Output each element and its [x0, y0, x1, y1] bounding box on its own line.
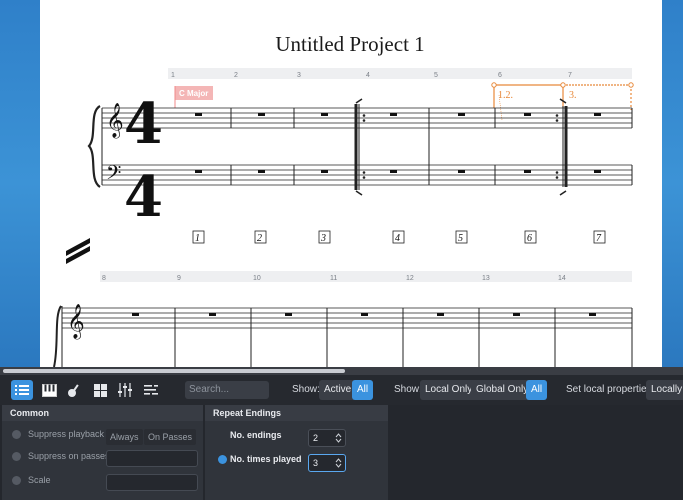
list-view-button[interactable] [11, 380, 33, 400]
bar-number: 4 [366, 72, 370, 79]
bar-number: 1 [171, 72, 175, 79]
suppress-playback-label: Suppress playback [28, 429, 105, 439]
suppress-playback-toggle[interactable] [12, 430, 21, 439]
bass-staff[interactable] [102, 164, 632, 186]
treble-staff-system-2[interactable] [62, 307, 632, 329]
local-only-button[interactable]: Local Only [420, 380, 478, 400]
grand-staff-brace [87, 105, 101, 188]
no-endings-value: 2 [313, 433, 319, 443]
show-label: Show: [394, 384, 422, 395]
always-option[interactable]: Always [106, 429, 143, 445]
bar-number: 6 [498, 72, 502, 79]
svg-text:4: 4 [124, 91, 163, 157]
scale-field[interactable] [106, 474, 198, 491]
boxed-bar-number: 4 [395, 233, 400, 244]
whole-rests[interactable] [195, 113, 601, 173]
no-times-played-label: No. times played [230, 454, 302, 464]
show-all-button[interactable]: All [352, 380, 374, 400]
bass-clef-icon: 𝄢 [106, 161, 121, 189]
show-active-button[interactable]: Active [319, 380, 357, 400]
score-view[interactable]: Untitled Project 1 1 2 3 4 5 6 7 C Major [0, 0, 683, 367]
treble-staff[interactable] [102, 107, 632, 129]
properties-toolbar: Search... Show: Active All Show: Local O… [0, 375, 683, 405]
barlines [230, 104, 633, 190]
align-button[interactable] [140, 380, 162, 400]
bar-number: 5 [434, 72, 438, 79]
score-title: Untitled Project 1 [275, 32, 424, 56]
no-times-played-toggle[interactable] [218, 455, 227, 464]
suppress-on-passes-field[interactable] [106, 450, 198, 467]
treble-clef-icon: 𝄞 [106, 103, 124, 139]
repeat-endings-group: Repeat Endings No. endings 2 No. times p… [205, 405, 388, 500]
keyboard-icon [41, 383, 57, 397]
ending-handle[interactable] [491, 82, 497, 88]
svg-text:4: 4 [124, 164, 163, 230]
guitar-button[interactable] [63, 380, 85, 400]
keyboard-button[interactable] [38, 380, 60, 400]
ending-label-2: 3. [569, 90, 577, 101]
bar-number: 8 [102, 275, 106, 282]
boxed-bar-number: 1 [195, 233, 200, 244]
align-icon [144, 385, 158, 395]
common-group-title: Common [2, 405, 203, 421]
set-local-properties-select[interactable]: Locally [646, 380, 683, 400]
bar-number: 7 [568, 72, 572, 79]
bar-number: 11 [330, 275, 337, 282]
time-signature[interactable]: 4 4 [124, 91, 163, 230]
bar-number: 12 [406, 275, 414, 282]
common-group: Common Suppress playback Always On Passe… [2, 405, 203, 500]
bar-number: 9 [177, 275, 181, 282]
search-input[interactable]: Search... [185, 381, 269, 399]
repeat-endings-group-title: Repeat Endings [205, 405, 388, 421]
score-svg: Untitled Project 1 1 2 3 4 5 6 7 C Major [53, 32, 634, 367]
bar-number: 2 [234, 72, 238, 79]
global-only-button[interactable]: Global Only [471, 380, 534, 400]
suppress-on-passes-label: Suppress on passes [28, 451, 110, 461]
key-signature-label: C Major [179, 89, 208, 98]
grid-icon [93, 383, 107, 397]
show-label: Show: [292, 384, 320, 395]
treble-clef-icon: 𝄞 [67, 304, 85, 340]
bar-number: 10 [253, 275, 261, 282]
scale-toggle[interactable] [12, 476, 21, 485]
horizontal-scrollbar[interactable] [0, 367, 683, 375]
set-local-properties-label: Set local properties: [566, 384, 655, 395]
score-page[interactable]: Untitled Project 1 1 2 3 4 5 6 7 C Major [40, 0, 662, 367]
boxed-bar-number: 6 [527, 233, 532, 244]
grid-view-button[interactable] [89, 380, 111, 400]
boxed-bar-number: 7 [596, 233, 602, 244]
ending-label-1: 1.2. [498, 90, 513, 101]
suppress-on-passes-toggle[interactable] [12, 452, 21, 461]
whole-rests[interactable] [132, 313, 596, 316]
on-passes-option[interactable]: On Passes [144, 429, 197, 445]
bar-number: 13 [482, 275, 490, 282]
repeat-dots [362, 114, 559, 179]
ending-handle[interactable] [560, 82, 566, 88]
show-all-scope-button[interactable]: All [526, 380, 548, 400]
boxed-bar-number: 2 [257, 233, 262, 244]
scale-label: Scale [28, 475, 51, 485]
bar-number: 14 [558, 275, 566, 282]
no-times-played-stepper[interactable]: 3 [308, 454, 346, 472]
stepper-arrows-icon[interactable] [335, 457, 342, 469]
no-endings-label: No. endings [230, 430, 282, 440]
boxed-bar-number: 3 [320, 233, 326, 244]
boxed-bar-number: 5 [458, 233, 463, 244]
bar-number: 3 [297, 72, 301, 79]
ending-handle[interactable] [628, 82, 634, 88]
guitar-icon [67, 383, 79, 397]
no-times-played-value: 3 [313, 458, 319, 468]
sliders-icon [118, 383, 132, 397]
list-icon [15, 385, 29, 395]
system-separator-icon [66, 238, 90, 264]
mixer-button[interactable] [114, 380, 136, 400]
scrollbar-thumb[interactable] [3, 369, 345, 373]
properties-panel: Common Suppress playback Always On Passe… [0, 405, 683, 500]
stepper-arrows-icon[interactable] [335, 432, 342, 444]
no-endings-stepper[interactable]: 2 [308, 429, 346, 447]
